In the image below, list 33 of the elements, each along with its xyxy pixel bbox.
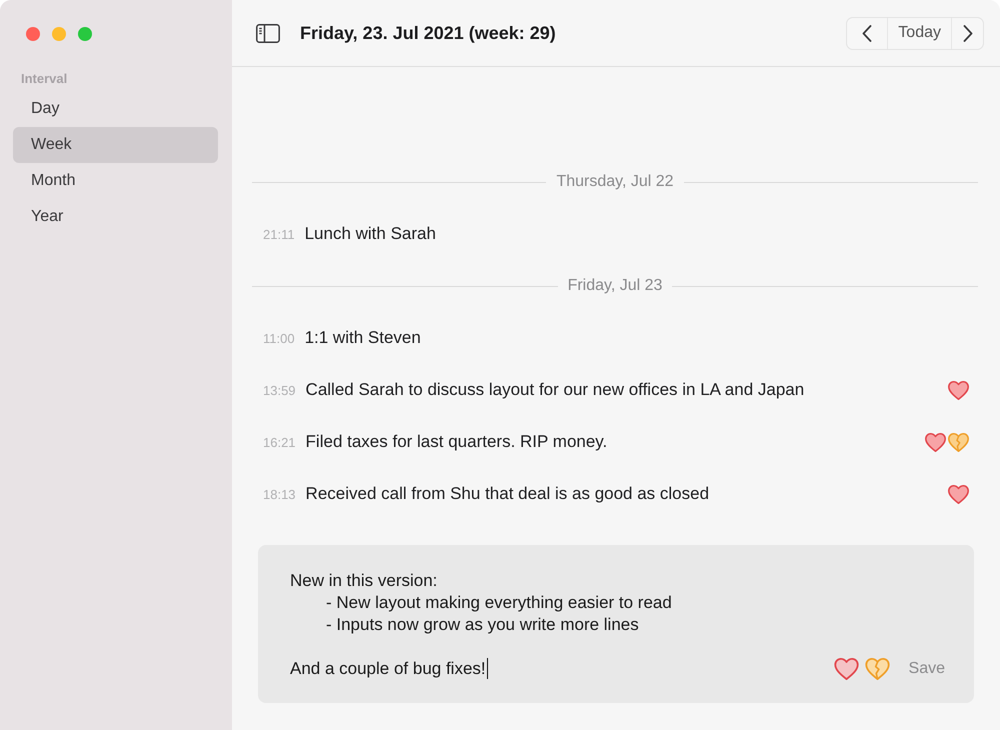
date-title: Friday, 23. Jul 2021 (week: 29) — [300, 22, 556, 44]
broken-heart-icon — [948, 432, 969, 452]
entry-time: 21:11 — [263, 227, 295, 242]
heart-button[interactable] — [834, 658, 859, 680]
entry-time: 13:59 — [263, 383, 296, 398]
day-heading: Thursday, Jul 22 — [556, 173, 674, 191]
entry-text: 1:1 with Steven — [304, 328, 421, 348]
sidebar-toggle-icon[interactable] — [256, 24, 280, 42]
entry-time: 16:21 — [263, 435, 296, 450]
entry-time: 11:00 — [263, 331, 295, 346]
sidebar-item[interactable]: Week — [13, 127, 218, 163]
broken-heart-icon — [864, 658, 890, 680]
close-button[interactable] — [26, 27, 40, 41]
day-heading: Friday, Jul 23 — [568, 277, 662, 295]
sidebar-item[interactable]: Month — [13, 163, 218, 199]
entry-time: 18:13 — [263, 487, 296, 502]
sidebar-heading: Interval — [21, 71, 68, 87]
entry-text: Filed taxes for last quarters. RIP money. — [306, 432, 608, 452]
zoom-button[interactable] — [78, 27, 92, 41]
sidebar-item[interactable]: Year — [13, 199, 218, 235]
heart-icon — [948, 380, 969, 400]
entry-text: Received call from Shu that deal is as good as closed — [306, 484, 710, 504]
heart-icon — [925, 432, 946, 452]
chevron-left-icon — [862, 24, 872, 42]
broken-heart-button[interactable] — [864, 658, 890, 680]
entry-text: Called Sarah to discuss layout for our new offices in LA and Japan — [306, 380, 804, 400]
today-button[interactable]: Today — [887, 18, 952, 48]
chevron-right-icon — [962, 24, 972, 42]
heart-icon — [948, 484, 969, 504]
entry-text: Lunch with Sarah — [304, 224, 436, 244]
heart-icon — [834, 658, 859, 680]
sidebar-item[interactable]: Day — [13, 91, 218, 127]
note-input[interactable]: New in this version: - New layout making everything easier to read - Inputs now grow as you write more lines And a couple of bug fixes! — [290, 570, 834, 680]
